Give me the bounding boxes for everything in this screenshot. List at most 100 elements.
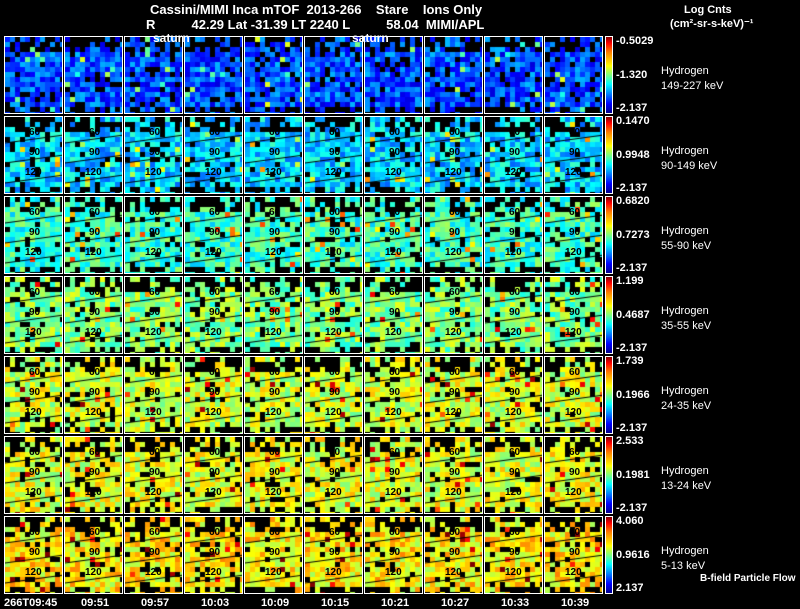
contour-label: 90 bbox=[149, 547, 161, 558]
contour-label: 120 bbox=[205, 327, 222, 338]
contour-label: 90 bbox=[29, 467, 41, 478]
contour-label: 90 bbox=[569, 387, 581, 398]
heatmap-panel: 60 90 120 bbox=[364, 116, 423, 194]
colorbar bbox=[605, 116, 613, 194]
contour-label: 90 bbox=[449, 467, 461, 478]
heatmap-cells bbox=[65, 37, 122, 113]
contour-label: 60 bbox=[89, 527, 101, 538]
heatmap-panel: 60 90 120 bbox=[484, 116, 543, 194]
contour-label: 120 bbox=[205, 487, 222, 498]
heatmap-panel bbox=[424, 36, 483, 114]
contour-label: 90 bbox=[89, 227, 101, 238]
contour-label: 60 bbox=[29, 207, 41, 218]
heatmap-cells bbox=[545, 37, 602, 113]
heatmap-panel: 60 90 120 bbox=[4, 116, 63, 194]
contour-label: 90 bbox=[509, 147, 521, 158]
colorbar-max-label: 1.199 bbox=[616, 275, 644, 287]
contour-label: 90 bbox=[269, 227, 281, 238]
colorbar bbox=[605, 436, 613, 514]
row-label: Hydrogen 13-24 keV bbox=[661, 464, 711, 494]
species-label: Hydrogen bbox=[661, 305, 709, 317]
contour-label: 60 bbox=[29, 447, 41, 458]
plot-title: Cassini/MIMI Inca mTOF 2013-266 Stare Io… bbox=[150, 2, 483, 17]
contour-label: 90 bbox=[29, 307, 41, 318]
contour-label: 90 bbox=[29, 387, 41, 398]
heatmap-panel: 60 90 120 bbox=[364, 356, 423, 434]
colorbar bbox=[605, 516, 613, 594]
contour-label: 90 bbox=[509, 387, 521, 398]
contour-label: 60 bbox=[269, 287, 281, 298]
heatmap-panel: 60 90 120 bbox=[124, 516, 183, 594]
contour-label: 90 bbox=[89, 307, 101, 318]
contour-label: 60 bbox=[209, 527, 221, 538]
heatmap-panel bbox=[4, 36, 63, 114]
heatmap-panel: 60 90 120 bbox=[4, 516, 63, 594]
contour-label: 120 bbox=[445, 487, 462, 498]
colorbar-max-label: 1.739 bbox=[616, 355, 644, 367]
contour-label: 120 bbox=[325, 487, 342, 498]
contour-label: 60 bbox=[29, 367, 41, 378]
plot-subtitle: R 42.29 Lat -31.39 LT 2240 L 58.04 MIMI/… bbox=[146, 17, 485, 32]
colorbar-mid-label: 0.4687 bbox=[616, 309, 650, 321]
contour-label: 60 bbox=[389, 447, 401, 458]
contour-label: 120 bbox=[205, 567, 222, 578]
heatmap-panel: 60 90 120 bbox=[4, 436, 63, 514]
heatmap-panel: 60 90 120 bbox=[364, 516, 423, 594]
contour-label: 90 bbox=[29, 147, 41, 158]
heatmap-panel: 60 90 120 bbox=[424, 516, 483, 594]
contour-label: 60 bbox=[389, 367, 401, 378]
heatmap-panel: 60 90 120 bbox=[304, 116, 363, 194]
heatmap-panel: 60 90 120 bbox=[544, 276, 603, 354]
contour-label: 120 bbox=[325, 567, 342, 578]
contour-label: 120 bbox=[445, 167, 462, 178]
contour-label: 60 bbox=[569, 527, 581, 538]
contour-label: 90 bbox=[269, 147, 281, 158]
contour-label: 60 bbox=[149, 127, 161, 138]
contour-label: 60 bbox=[509, 367, 521, 378]
contour-label: 120 bbox=[265, 247, 282, 258]
colorbar-mid-label: 0.9616 bbox=[616, 549, 650, 561]
contour-label: 120 bbox=[85, 167, 102, 178]
heatmap-panel: 60 90 120 bbox=[244, 436, 303, 514]
colorbar-max-label: 0.6820 bbox=[616, 195, 650, 207]
heatmap-panel: 60 90 120 bbox=[424, 116, 483, 194]
contour-label: 120 bbox=[85, 567, 102, 578]
heatmap-panel: 60 90 120 bbox=[544, 196, 603, 274]
energy-range-label: 90-149 keV bbox=[661, 160, 718, 172]
contour-label: 60 bbox=[209, 287, 221, 298]
heatmap-cells bbox=[245, 37, 302, 113]
contour-label: 60 bbox=[509, 127, 521, 138]
contour-label: 60 bbox=[209, 367, 221, 378]
contour-label: 60 bbox=[209, 207, 221, 218]
contour-label: 120 bbox=[25, 247, 42, 258]
contour-label: 90 bbox=[389, 467, 401, 478]
heatmap-panel: 60 90 120 bbox=[424, 196, 483, 274]
contour-label: 120 bbox=[85, 487, 102, 498]
heatmap-panel: 60 90 120 bbox=[424, 436, 483, 514]
contour-label: 120 bbox=[265, 327, 282, 338]
contour-label: 90 bbox=[149, 307, 161, 318]
heatmap-panel bbox=[124, 36, 183, 114]
colorbar-min-label: -2.137 bbox=[616, 182, 648, 194]
contour-label: 120 bbox=[85, 327, 102, 338]
contour-label: 120 bbox=[25, 567, 42, 578]
contour-label: 90 bbox=[329, 387, 341, 398]
contour-label: 120 bbox=[505, 327, 522, 338]
contour-label: 90 bbox=[209, 147, 221, 158]
colorbar-mid-label: 0.1966 bbox=[616, 389, 650, 401]
contour-label: 120 bbox=[385, 327, 402, 338]
contour-label: 60 bbox=[329, 287, 341, 298]
x-tick-label: 10:09 bbox=[261, 597, 290, 609]
contour-label: 120 bbox=[25, 327, 42, 338]
colorbar-mid-label: 0.7273 bbox=[616, 229, 650, 241]
contour-label: 60 bbox=[209, 127, 221, 138]
heatmap-panel: 60 90 120 bbox=[364, 196, 423, 274]
contour-label: 120 bbox=[505, 407, 522, 418]
contour-label: 120 bbox=[325, 167, 342, 178]
contour-label: 120 bbox=[145, 327, 162, 338]
heatmap-panel bbox=[184, 36, 243, 114]
x-tick-label: 10:33 bbox=[501, 597, 530, 609]
colorbar-mid-label: 0.9948 bbox=[616, 149, 650, 161]
colorbar-mid-label: 0.1981 bbox=[616, 469, 650, 481]
species-label: Hydrogen bbox=[661, 145, 709, 157]
